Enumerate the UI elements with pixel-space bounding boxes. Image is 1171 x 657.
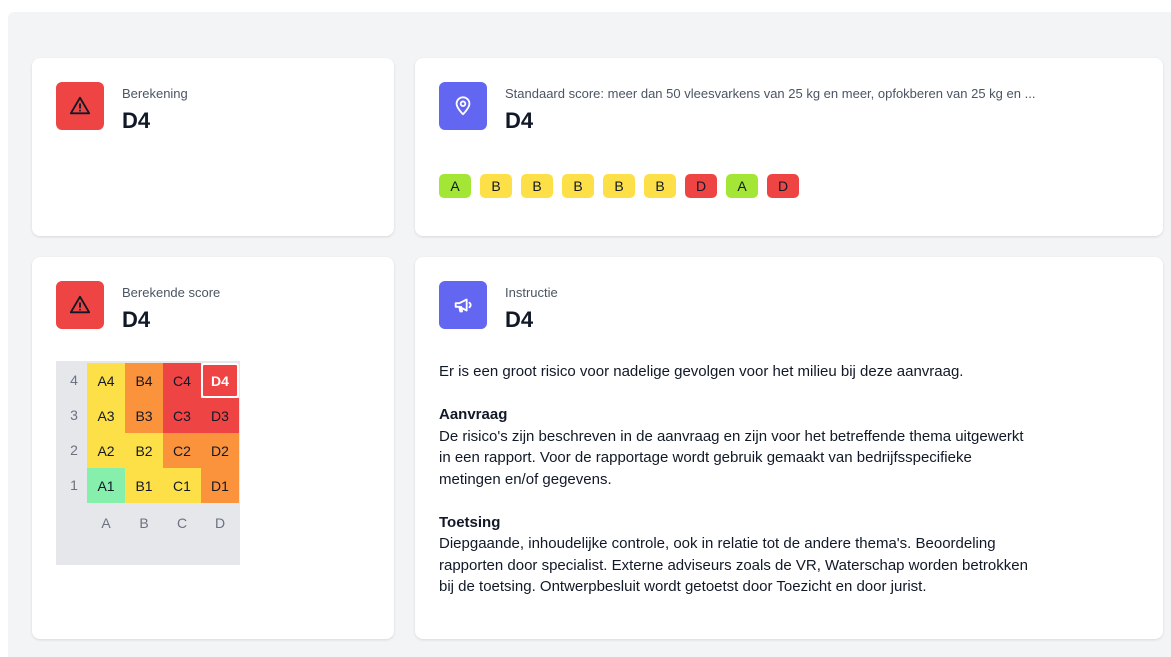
matrix-cell-d4: D4 xyxy=(201,363,239,398)
section-heading-aanvraag: Aanvraag xyxy=(439,406,508,423)
dashboard-canvas: Berekening D4 Standaard score: meer dan … xyxy=(8,12,1171,657)
standaard-icon-box xyxy=(439,82,487,130)
standaard-label: Standaard score: meer dan 50 vleesvarken… xyxy=(505,86,1036,101)
score-badges: ABBBBBDAD xyxy=(439,174,799,198)
matrix-cell-c1: C1 xyxy=(163,468,201,503)
megaphone-icon xyxy=(454,298,472,313)
instructie-label: Instructie xyxy=(505,285,558,300)
section-line: rapporten door specialist. Externe advis… xyxy=(439,556,1028,574)
location-pin-icon xyxy=(455,96,471,116)
berekende-label: Berekende score xyxy=(122,285,221,300)
matrix-cell-d2: D2 xyxy=(201,433,239,468)
risk-matrix: 4 A4 B4 C4 D4 3 A3 B3 C3 D3 2 A2 B2 C2 D2 1 A1 B1 C1 D1 A B C D xyxy=(56,361,240,565)
score-badge: B xyxy=(644,174,676,198)
score-badge: D xyxy=(685,174,717,198)
matrix-column-label: C xyxy=(176,515,188,531)
instructie-intro: Er is een groot risico voor nadelige gev… xyxy=(439,363,964,380)
berekening-icon-box xyxy=(56,82,104,130)
berekende-score-card: Berekende score D4 4 A4 B4 C4 D4 3 A3 B3 C3 D3 2 A2… xyxy=(32,257,394,639)
section-line: Diepgaande, inhoudelijke controle, ook i… xyxy=(439,535,996,552)
instructie-value: D4 xyxy=(505,307,534,332)
instructie-card: Instructie D4 Er is een groot risico voo… xyxy=(415,257,1163,639)
warning-triangle-icon xyxy=(69,295,91,314)
section-line: bij de toetsing. Ontwerpbesluit wordt ge… xyxy=(439,578,927,595)
matrix-row-label: 1 xyxy=(70,477,78,493)
matrix-cell-c2: C2 xyxy=(163,433,201,468)
matrix-cell-b3: B3 xyxy=(125,398,163,433)
matrix-cell-a2: A2 xyxy=(87,433,125,468)
matrix-cell-a1: A1 xyxy=(87,468,125,503)
warning-triangle-icon xyxy=(69,96,91,115)
section-line: De risico's zijn beschreven in de aanvra… xyxy=(439,427,1024,445)
score-badge: B xyxy=(521,174,553,198)
berekening-card: Berekening D4 xyxy=(32,58,394,236)
matrix-cell-b1: B1 xyxy=(125,468,163,503)
matrix-column-label: A xyxy=(101,515,111,531)
berekende-value: D4 xyxy=(122,307,151,332)
berekening-label: Berekening xyxy=(122,86,188,101)
berekening-value: D4 xyxy=(122,108,151,133)
matrix-column-label: D xyxy=(214,515,226,531)
matrix-cell-a4: A4 xyxy=(87,363,125,398)
matrix-cell-d1: D1 xyxy=(201,468,239,503)
matrix-cell-b4: B4 xyxy=(125,363,163,398)
matrix-row-label: 2 xyxy=(70,442,78,458)
matrix-column-label: B xyxy=(139,515,149,531)
matrix-cell-b2: B2 xyxy=(125,433,163,468)
matrix-cell-c4: C4 xyxy=(163,363,201,398)
section-line: in een rapport. Voor de rapportage wordt… xyxy=(439,449,972,466)
matrix-row-label: 3 xyxy=(70,407,78,423)
matrix-cell-a3: A3 xyxy=(87,398,125,433)
instructie-icon-box xyxy=(439,281,487,329)
score-badge: D xyxy=(767,174,799,198)
matrix-cell-c3: C3 xyxy=(163,398,201,433)
score-badge: A xyxy=(726,174,758,198)
matrix-row-label: 4 xyxy=(70,372,78,388)
standaard-score-card: Standaard score: meer dan 50 vleesvarken… xyxy=(415,58,1163,236)
standaard-value: D4 xyxy=(505,108,534,133)
section-heading-toetsing: Toetsing xyxy=(439,513,501,531)
score-badge: B xyxy=(603,174,635,198)
score-badge: B xyxy=(480,174,512,198)
section-line: metingen en/of gegevens. xyxy=(439,470,612,488)
score-badge: B xyxy=(562,174,594,198)
berekende-icon-box xyxy=(56,281,104,329)
instructie-body: Er is een groot risico voor nadelige gev… xyxy=(439,361,1139,598)
score-badge: A xyxy=(439,174,471,198)
matrix-cell-d3: D3 xyxy=(201,398,239,433)
